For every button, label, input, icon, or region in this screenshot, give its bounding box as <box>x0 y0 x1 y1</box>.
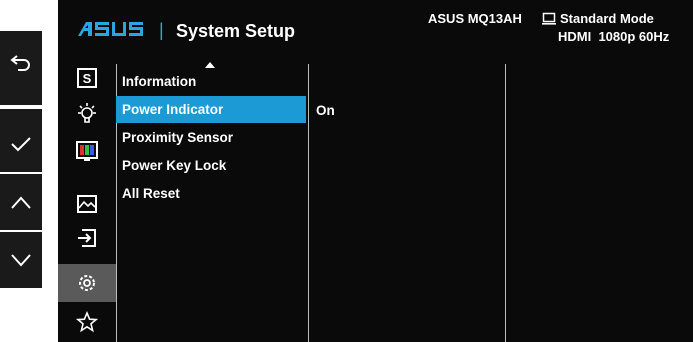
up-button[interactable] <box>0 175 42 230</box>
menu-item-power-indicator[interactable]: Power Indicator <box>116 96 306 123</box>
category-icons: S <box>58 58 116 342</box>
category-eye-care[interactable] <box>58 96 116 132</box>
osd-header: | System Setup ASUS MQ13AH Standard Mode… <box>58 0 693 58</box>
color-icon <box>76 141 98 161</box>
shortcut-icon <box>76 311 98 333</box>
input-select-icon <box>78 229 96 247</box>
monitor-icon <box>542 12 556 30</box>
column-divider <box>308 64 309 342</box>
osd-menu: | System Setup ASUS MQ13AH Standard Mode… <box>58 0 693 342</box>
category-system-setup[interactable] <box>58 264 116 302</box>
svg-text:S: S <box>83 71 92 86</box>
splendid-icon: S <box>77 68 97 88</box>
check-icon <box>11 136 31 151</box>
down-button[interactable] <box>0 232 42 287</box>
back-icon <box>10 54 30 71</box>
power-indicator-value-on[interactable]: On <box>316 97 335 124</box>
menu-item-proximity-sensor[interactable]: Proximity Sensor <box>116 124 306 151</box>
back-button[interactable] <box>0 35 42 90</box>
page-title: System Setup <box>176 21 296 41</box>
menu-item-power-key-lock[interactable]: Power Key Lock <box>116 152 306 179</box>
input-signal-info: HDMI 1080p 60Hz <box>558 29 670 44</box>
category-input-select[interactable] <box>58 220 116 256</box>
category-shortcut[interactable] <box>58 304 116 340</box>
up-icon <box>11 196 31 209</box>
eye-care-icon <box>78 103 96 123</box>
category-color[interactable] <box>58 133 116 169</box>
confirm-button[interactable] <box>0 116 42 171</box>
image-icon <box>77 195 97 213</box>
header-separator: | <box>159 20 164 40</box>
display-mode: Standard Mode <box>560 11 654 26</box>
column-divider <box>505 64 506 342</box>
asus-logo <box>76 20 148 43</box>
menu-item-all-reset[interactable]: All Reset <box>116 180 306 207</box>
system-setup-icon <box>79 275 95 291</box>
side-divider <box>0 172 42 174</box>
menu-item-information[interactable]: Information <box>116 68 306 95</box>
category-splendid[interactable]: S <box>58 60 116 96</box>
down-icon <box>11 253 31 266</box>
monitor-model: ASUS MQ13AH <box>428 11 522 26</box>
category-image[interactable] <box>58 186 116 222</box>
